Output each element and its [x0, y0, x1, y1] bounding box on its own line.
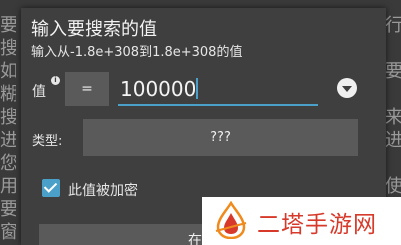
background-text-left: 要搜如糊搜进您用要窗: [0, 14, 16, 244]
type-label: 类型:: [32, 134, 63, 149]
background-char: 要: [385, 61, 401, 82]
encrypted-checkbox[interactable]: [42, 179, 60, 197]
background-char: 如: [0, 61, 16, 82]
background-char: [385, 37, 401, 60]
text-caret: [196, 78, 199, 99]
dialog-title: 输入要搜索的值: [31, 19, 157, 40]
background-char: 进: [0, 130, 16, 151]
watermark: 二塔手游网: [202, 197, 401, 245]
history-dropdown-button[interactable]: [337, 78, 357, 98]
encrypted-label[interactable]: 此值被加密: [68, 180, 138, 200]
background-char: 要: [0, 15, 16, 36]
background-char: 进: [385, 130, 401, 151]
background-char: 搜: [0, 107, 16, 128]
background-char: 要: [0, 199, 16, 220]
watermark-logo-icon: [215, 201, 247, 239]
background-char: 使: [385, 176, 401, 197]
value-input[interactable]: 100000: [118, 74, 318, 106]
background-char: 用: [0, 176, 16, 197]
background-char: 搜: [0, 38, 16, 59]
operator-select[interactable]: =: [65, 72, 109, 106]
value-label: 值: [32, 84, 46, 100]
chevron-down-icon: [342, 86, 352, 92]
background-char: 糊: [0, 84, 16, 105]
type-select[interactable]: ???: [83, 119, 358, 156]
background-char: 来: [385, 107, 401, 128]
watermark-text: 二塔手游网: [257, 212, 377, 238]
value-text: 100000: [120, 77, 197, 101]
background-char: [385, 83, 401, 106]
background-char: 窗: [0, 222, 16, 243]
dialog-subtitle: 输入从-1.8e+308到1.8e+308的值: [31, 45, 243, 60]
background-char: 行: [385, 15, 401, 36]
background-char: [385, 152, 401, 175]
info-icon[interactable]: i: [51, 76, 60, 85]
background-char: 您: [0, 153, 16, 174]
